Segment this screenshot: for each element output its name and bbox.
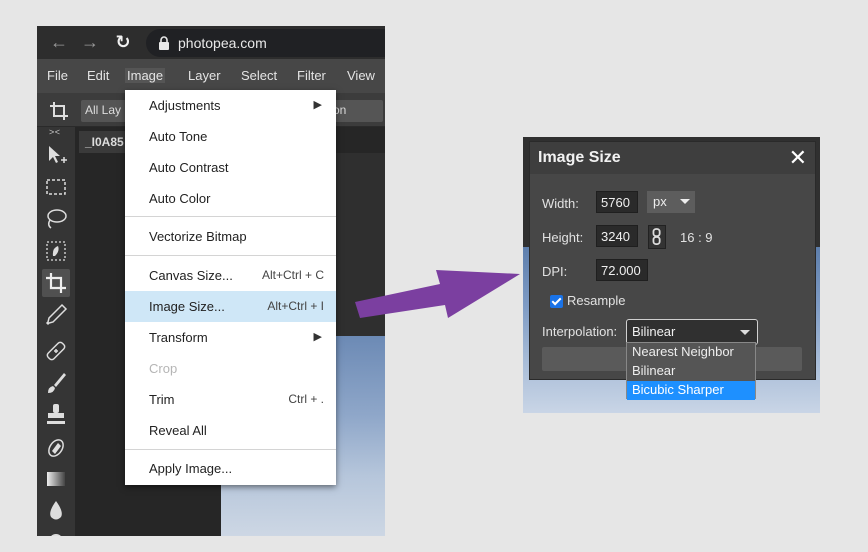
menu-edit[interactable]: Edit [87, 68, 109, 83]
crop-tool-icon[interactable] [42, 269, 70, 297]
unit-select[interactable]: px [647, 191, 695, 213]
submenu-arrow-icon: ▶ [313, 99, 322, 111]
menu-separator [125, 255, 336, 256]
interpolation-label: Interpolation: [542, 324, 618, 339]
image-menu-dropdown: Adjustments ▶ Auto Tone Auto Contrast Au… [125, 90, 336, 485]
menu-item-adjustments[interactable]: Adjustments ▶ [125, 90, 336, 121]
resample-label: Resample [567, 293, 626, 308]
address-bar[interactable]: photopea.com [146, 29, 385, 57]
dialog-title: Image Size [538, 149, 621, 166]
menu-item-vectorize-bitmap[interactable]: Vectorize Bitmap [125, 221, 336, 252]
brush-tool-icon[interactable] [42, 369, 70, 397]
chevron-down-icon [740, 330, 750, 335]
quick-selection-tool-icon[interactable] [42, 237, 70, 265]
menu-item-auto-contrast[interactable]: Auto Contrast [125, 152, 336, 183]
reload-icon[interactable]: ↻ [113, 32, 133, 52]
clone-stamp-tool-icon[interactable] [42, 401, 70, 429]
menu-separator [125, 449, 336, 450]
menu-image[interactable]: Image [125, 68, 166, 83]
resample-checkbox[interactable] [550, 295, 563, 308]
collapse-toggle[interactable]: > < [49, 127, 60, 137]
chevron-down-icon [680, 199, 690, 204]
crop-icon[interactable] [49, 101, 69, 121]
height-field[interactable]: 3240 [596, 225, 638, 247]
width-label: Width: [542, 196, 579, 211]
aspect-ratio: 16 : 9 [680, 230, 713, 245]
menu-item-auto-tone[interactable]: Auto Tone [125, 121, 336, 152]
option-bicubic-sharper[interactable]: Bicubic Sharper [627, 381, 755, 400]
menu-item-crop: Crop [149, 361, 178, 376]
menu-file[interactable]: File [47, 68, 68, 83]
forward-arrow-icon[interactable]: → [80, 32, 100, 52]
option-bilinear[interactable]: Bilinear [627, 362, 755, 381]
menu-select[interactable]: Select [241, 68, 277, 83]
lasso-tool-icon[interactable] [42, 205, 70, 233]
menu-view[interactable]: View [347, 68, 375, 83]
healing-brush-tool-icon[interactable] [42, 337, 70, 365]
menu-bar: File Edit Image Layer Select Filter View [37, 59, 385, 93]
option-nearest-neighbor[interactable]: Nearest Neighbor [627, 343, 755, 362]
close-icon[interactable]: ✕ [789, 146, 807, 170]
marquee-tool-icon[interactable] [42, 173, 70, 201]
menu-item-apply-image[interactable]: Apply Image... [125, 453, 336, 484]
lock-icon [159, 36, 169, 50]
menu-layer[interactable]: Layer [188, 68, 221, 83]
menu-filter[interactable]: Filter [297, 68, 326, 83]
url-text: photopea.com [178, 35, 267, 51]
back-arrow-icon[interactable]: ← [49, 32, 69, 52]
image-size-screenshot: Image Size ✕ Width: 5760 px Height: 3240… [523, 137, 820, 413]
height-label: Height: [542, 230, 584, 245]
menu-separator [125, 216, 336, 217]
submenu-arrow-icon: ▶ [313, 331, 322, 343]
width-field[interactable]: 5760 [596, 191, 638, 213]
dialog-header: Image Size ✕ [530, 142, 815, 174]
menu-item-canvas-size[interactable]: Canvas Size... Alt+Ctrl + C [125, 260, 336, 291]
menu-item-image-size[interactable]: Image Size... Alt+Ctrl + I [125, 291, 336, 322]
menu-item-auto-color[interactable]: Auto Color [125, 183, 336, 214]
menu-item-reveal-all[interactable]: Reveal All [125, 415, 336, 446]
link-icon[interactable] [648, 225, 666, 249]
move-tool-icon[interactable] [42, 141, 70, 169]
menu-item-trim[interactable]: Trim Ctrl + . [125, 384, 336, 415]
menu-item-transform[interactable]: Transform ▶ [125, 322, 336, 353]
pointer-arrow [355, 270, 520, 318]
eraser-tool-icon[interactable] [42, 433, 70, 461]
gradient-tool-icon[interactable] [42, 465, 70, 493]
dpi-label: DPI: [542, 264, 568, 279]
dodge-tool-icon[interactable] [42, 527, 70, 536]
blur-tool-icon[interactable] [42, 497, 70, 525]
interpolation-options-list: Nearest Neighbor Bilinear Bicubic Sharpe… [626, 342, 756, 400]
tools-panel: > < [37, 127, 75, 536]
browser-toolbar: ← → ↻ photopea.com [37, 26, 385, 59]
photopea-screenshot: ← → ↻ photopea.com File Edit Image Layer… [37, 26, 385, 536]
eyedropper-tool-icon[interactable] [42, 301, 70, 329]
dpi-field[interactable]: 72.000 [596, 259, 648, 281]
